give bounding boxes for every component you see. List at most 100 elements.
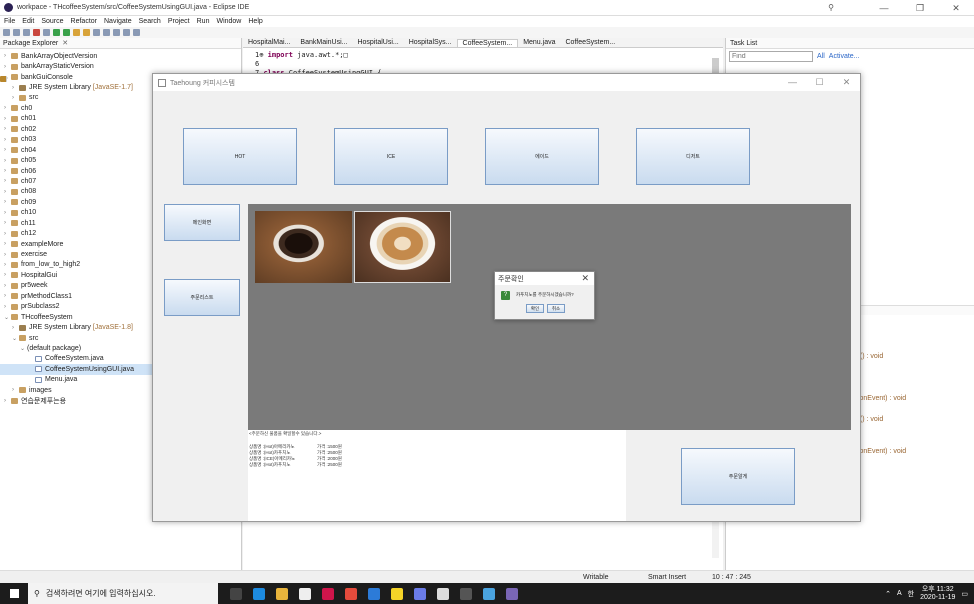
collapsed-arrow-icon[interactable]: › [4, 158, 11, 164]
confirm-close-icon[interactable]: ✕ [581, 273, 589, 284]
collapsed-arrow-icon[interactable]: › [4, 398, 11, 404]
collapsed-arrow-icon[interactable]: › [4, 116, 11, 122]
hot-category-button[interactable]: HOT [183, 128, 297, 185]
mail-icon[interactable] [368, 587, 380, 600]
editor-tab[interactable]: CoffeeSystem... [456, 38, 519, 47]
collapsed-arrow-icon[interactable]: › [4, 178, 11, 184]
activate-link[interactable]: Activate... [829, 53, 860, 60]
print-icon[interactable] [23, 29, 30, 36]
expanded-arrow-icon[interactable]: ⌄ [12, 335, 19, 342]
collapsed-arrow-icon[interactable]: › [4, 272, 11, 278]
main-screen-button[interactable]: 메인화면 [164, 204, 240, 241]
notification-icon[interactable]: ▭ [961, 590, 968, 598]
close-view-icon[interactable]: ✕ [62, 39, 68, 47]
order-list-button[interactable]: 주문리스트 [164, 279, 240, 316]
task-view-icon[interactable] [230, 587, 242, 600]
stop-icon[interactable] [33, 29, 40, 36]
cappuccino-image[interactable] [354, 211, 451, 283]
coffee-minimize-button[interactable]: — [779, 74, 806, 91]
menu-edit[interactable]: Edit [22, 18, 34, 25]
search-icon[interactable]: ⚲ [828, 3, 834, 12]
chrome-icon[interactable] [483, 587, 495, 600]
ime-indicator[interactable]: A [897, 590, 902, 597]
new-icon[interactable] [3, 29, 10, 36]
annotation-icon[interactable] [113, 29, 120, 36]
collapsed-arrow-icon[interactable]: › [12, 95, 19, 101]
app-icon[interactable] [345, 587, 357, 600]
menu-refactor[interactable]: Refactor [71, 18, 97, 25]
collapsed-arrow-icon[interactable]: › [4, 220, 11, 226]
new-class-icon[interactable] [83, 29, 90, 36]
editor-tab[interactable]: HospitalUsi... [352, 39, 403, 46]
order-receipt-area[interactable]: <주문하신 물품을 확일할수 있습니다.> 상품명 :(Hot)아메리카노 가격 … [248, 430, 626, 521]
editor-tab[interactable]: Menu.java [518, 39, 560, 46]
back-icon[interactable] [123, 29, 130, 36]
coffee-maximize-button[interactable]: ☐ [806, 74, 833, 91]
all-link[interactable]: All [817, 53, 825, 60]
menu-run[interactable]: Run [197, 18, 210, 25]
collapsed-arrow-icon[interactable]: › [4, 262, 11, 268]
collapsed-arrow-icon[interactable]: › [4, 241, 11, 247]
collapsed-arrow-icon[interactable]: › [4, 293, 11, 299]
menu-project[interactable]: Project [168, 18, 190, 25]
editor-tab[interactable]: BankMainUsi... [295, 39, 352, 46]
confirm-no-button[interactable]: 취소 [547, 304, 565, 313]
collapsed-arrow-icon[interactable]: › [4, 210, 11, 216]
maximize-button[interactable]: ❐ [902, 0, 938, 16]
task-find-input[interactable] [729, 50, 813, 62]
app-icon[interactable] [322, 587, 334, 600]
menu-window[interactable]: Window [216, 18, 241, 25]
search-tool-icon[interactable] [103, 29, 110, 36]
collapsed-arrow-icon[interactable]: › [4, 199, 11, 205]
menu-source[interactable]: Source [41, 18, 63, 25]
app-icon[interactable] [437, 587, 449, 600]
tree-item[interactable]: › BankArrayObjectVersion [0, 51, 241, 61]
collapsed-arrow-icon[interactable]: › [4, 64, 11, 70]
collapsed-arrow-icon[interactable]: › [4, 147, 11, 153]
ice-category-button[interactable]: ICE [334, 128, 448, 185]
taskbar-search-box[interactable]: ⚲ 검색하려면 여기에 입력하십시오. [28, 583, 218, 604]
coffee-close-button[interactable]: ✕ [833, 74, 860, 91]
run-icon[interactable] [53, 29, 60, 36]
ime-mode-indicator[interactable]: 한 [908, 589, 914, 599]
menu-search[interactable]: Search [139, 18, 161, 25]
app-icon[interactable] [460, 587, 472, 600]
store-icon[interactable] [299, 587, 311, 600]
debug-icon[interactable] [43, 29, 50, 36]
minimize-button[interactable]: — [866, 0, 902, 16]
collapsed-arrow-icon[interactable]: › [12, 325, 19, 331]
tray-chevron-icon[interactable]: ⌃ [885, 590, 891, 598]
expanded-arrow-icon[interactable]: ⌄ [4, 314, 11, 321]
editor-tab[interactable]: HospitalSys... [404, 39, 457, 46]
order-button[interactable]: 주문알게 [681, 448, 795, 505]
collapsed-arrow-icon[interactable]: › [4, 189, 11, 195]
forward-icon[interactable] [133, 29, 140, 36]
run-dropdown-icon[interactable] [63, 29, 70, 36]
collapsed-arrow-icon[interactable]: › [4, 105, 11, 111]
menu-navigate[interactable]: Navigate [104, 18, 132, 25]
editor-tab[interactable]: HospitalMai... [243, 39, 295, 46]
collapsed-arrow-icon[interactable]: › [12, 387, 19, 393]
collapsed-arrow-icon[interactable]: › [4, 304, 11, 310]
edge-icon[interactable] [253, 587, 265, 600]
collapsed-arrow-icon[interactable]: › [4, 126, 11, 132]
eclipse-taskbar-icon[interactable] [506, 587, 518, 600]
outline-item[interactable]: tionEvent) : void [856, 395, 906, 402]
windows-start-icon[interactable] [0, 583, 28, 604]
menu-file[interactable]: File [4, 18, 15, 25]
editor-tab[interactable]: CoffeeSystem... [560, 39, 620, 46]
new-package-icon[interactable] [73, 29, 80, 36]
dessert-category-button[interactable]: 디저트 [636, 128, 750, 185]
tree-item[interactable]: › bankArrayStaticVersion [0, 61, 241, 71]
clock[interactable]: 오후 11:32 2020-11-19 [920, 586, 955, 602]
expanded-arrow-icon[interactable]: ⌄ [20, 345, 27, 352]
discord-icon[interactable] [414, 587, 426, 600]
collapsed-arrow-icon[interactable]: › [4, 252, 11, 258]
kakaotalk-icon[interactable] [391, 587, 403, 600]
confirm-yes-button[interactable]: 확인 [526, 304, 544, 313]
collapsed-arrow-icon[interactable]: › [4, 231, 11, 237]
ade-category-button[interactable]: 에이드 [485, 128, 599, 185]
collapsed-arrow-icon[interactable]: › [4, 168, 11, 174]
open-type-icon[interactable] [93, 29, 100, 36]
collapsed-arrow-icon[interactable]: › [4, 283, 11, 289]
